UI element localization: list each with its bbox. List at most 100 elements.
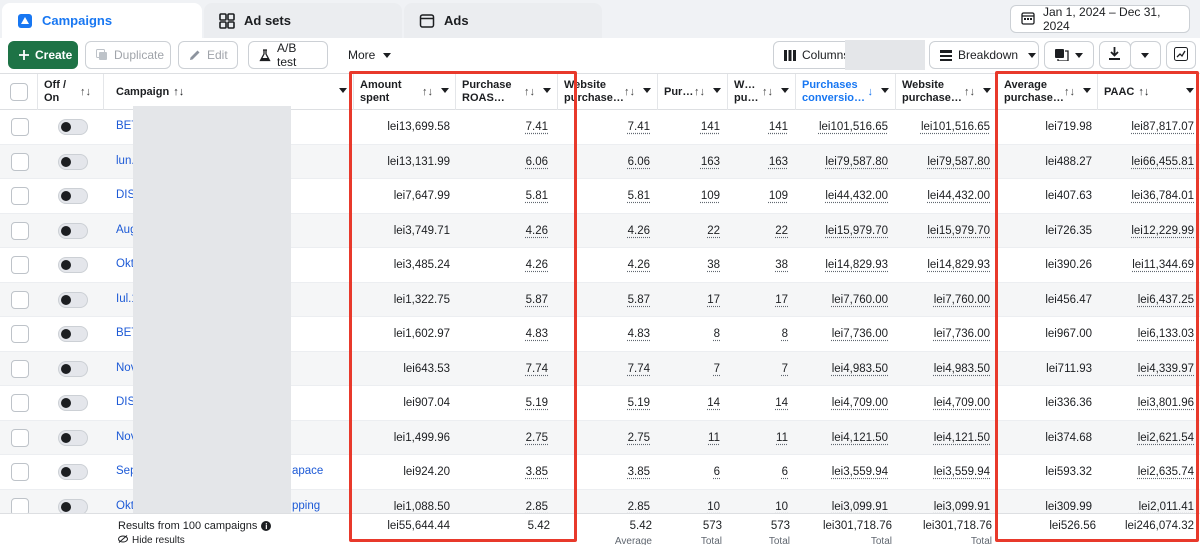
- campaign-toggle[interactable]: [58, 360, 88, 377]
- cell-website-conversion-value[interactable]: lei4,709.00: [896, 386, 990, 420]
- cell-website-conversion-value[interactable]: lei3,559.94: [896, 455, 990, 489]
- sort-icon[interactable]: ↑↓: [173, 86, 184, 99]
- cell-purchases[interactable]: 163: [658, 145, 720, 179]
- cell-conversion-value[interactable]: lei4,983.50: [796, 352, 888, 386]
- cell-website-purchases[interactable]: 17: [728, 283, 788, 317]
- cell-conversion-value[interactable]: lei79,587.80: [796, 145, 888, 179]
- cell-purchases[interactable]: 22: [658, 214, 720, 248]
- cell-conversion-value[interactable]: lei7,760.00: [796, 283, 888, 317]
- campaign-toggle[interactable]: [58, 326, 88, 342]
- cell-purchases[interactable]: 6: [658, 455, 720, 489]
- campaign-toggle[interactable]: [58, 119, 88, 135]
- row-checkbox[interactable]: [11, 428, 29, 447]
- select-all-checkbox[interactable]: [10, 83, 28, 101]
- header-purchases-conversion-value[interactable]: Purchases conversio… ↓: [796, 74, 896, 110]
- chevron-down-icon[interactable]: [781, 88, 789, 93]
- row-checkbox[interactable]: [11, 118, 29, 136]
- chevron-down-icon[interactable]: [643, 88, 651, 93]
- cell-purchases[interactable]: 8: [658, 317, 720, 351]
- header-website-purchases[interactable]: W… pu… ↑↓: [728, 74, 796, 110]
- header-off-on[interactable]: Off / On ↑↓: [38, 74, 104, 110]
- cell-purchases[interactable]: 11: [658, 421, 720, 455]
- campaign-name-link[interactable]: Okt: [116, 258, 134, 270]
- campaign-toggle[interactable]: [58, 429, 88, 446]
- cell-conversion-value[interactable]: lei44,432.00: [796, 179, 888, 213]
- campaign-name-suffix[interactable]: pping: [292, 500, 320, 512]
- campaign-name-link[interactable]: lun.: [116, 155, 135, 167]
- cell-website-conversion-value[interactable]: lei7,760.00: [896, 283, 990, 317]
- campaign-toggle[interactable]: [58, 464, 88, 480]
- reports-button[interactable]: [1044, 41, 1094, 69]
- sort-icon[interactable]: ↑↓: [80, 86, 91, 99]
- row-checkbox[interactable]: [11, 394, 29, 412]
- row-checkbox[interactable]: [11, 221, 29, 240]
- campaign-toggle[interactable]: [58, 257, 88, 273]
- chevron-down-icon[interactable]: [881, 88, 889, 93]
- row-checkbox[interactable]: [11, 187, 29, 205]
- sort-icon[interactable]: ↑↓: [762, 86, 773, 99]
- cell-conversion-value[interactable]: lei7,736.00: [796, 317, 888, 351]
- cell-website-conversion-value[interactable]: lei101,516.65: [896, 110, 990, 144]
- cell-website-conversion-value[interactable]: lei7,736.00: [896, 317, 990, 351]
- row-checkbox[interactable]: [11, 325, 29, 343]
- export-button[interactable]: [1099, 41, 1131, 69]
- cell-purchases[interactable]: 109: [658, 179, 720, 213]
- cell-website-purchases[interactable]: 163: [728, 145, 788, 179]
- campaign-toggle[interactable]: [58, 188, 88, 204]
- chevron-down-icon[interactable]: [713, 88, 721, 93]
- cell-website-conversion-value[interactable]: lei14,829.93: [896, 248, 990, 282]
- duplicate-button[interactable]: Duplicate: [85, 41, 171, 69]
- row-checkbox[interactable]: [11, 359, 29, 378]
- cell-website-conversion-value[interactable]: lei15,979.70: [896, 214, 990, 248]
- header-purchases[interactable]: Pur… ↑↓: [658, 74, 728, 110]
- cell-website-conversion-value[interactable]: lei4,983.50: [896, 352, 990, 386]
- campaign-toggle[interactable]: [58, 222, 88, 239]
- cell-website-purchases[interactable]: 11: [728, 421, 788, 455]
- campaign-name-suffix[interactable]: apace: [292, 465, 323, 477]
- more-button[interactable]: More: [337, 41, 397, 69]
- cell-purchases[interactable]: 141: [658, 110, 720, 144]
- campaign-toggle[interactable]: [58, 291, 88, 308]
- cell-conversion-value[interactable]: lei14,829.93: [796, 248, 888, 282]
- campaign-toggle[interactable]: [58, 395, 88, 411]
- row-checkbox[interactable]: [11, 290, 29, 309]
- cell-website-conversion-value[interactable]: lei4,121.50: [896, 421, 990, 455]
- cell-website-purchases[interactable]: 6: [728, 455, 788, 489]
- info-icon[interactable]: i: [261, 521, 272, 531]
- cell-conversion-value[interactable]: lei3,559.94: [796, 455, 888, 489]
- row-checkbox[interactable]: [11, 463, 29, 481]
- cell-website-conversion-value[interactable]: lei79,587.80: [896, 145, 990, 179]
- chart-button[interactable]: [1166, 41, 1196, 69]
- campaign-name-link[interactable]: Okt: [116, 500, 134, 512]
- chevron-down-icon[interactable]: [983, 88, 991, 93]
- cell-purchases[interactable]: 38: [658, 248, 720, 282]
- tab-campaigns[interactable]: Campaigns: [2, 3, 202, 38]
- chevron-down-icon[interactable]: [339, 88, 347, 93]
- breakdown-button[interactable]: Breakdown: [929, 41, 1039, 69]
- cell-conversion-value[interactable]: lei4,709.00: [796, 386, 888, 420]
- date-range-picker[interactable]: Jan 1, 2024 – Dec 31, 2024: [1010, 5, 1190, 33]
- row-checkbox[interactable]: [11, 256, 29, 274]
- tab-ad-sets[interactable]: Ad sets: [204, 3, 402, 38]
- sort-icon[interactable]: ↑↓: [624, 86, 635, 99]
- cell-purchases[interactable]: 7: [658, 352, 720, 386]
- cell-purchases[interactable]: 17: [658, 283, 720, 317]
- cell-conversion-value[interactable]: lei101,516.65: [796, 110, 888, 144]
- hide-results-link[interactable]: Hide results: [118, 535, 185, 545]
- cell-website-purchases[interactable]: 14: [728, 386, 788, 420]
- sort-icon[interactable]: ↑↓: [964, 86, 975, 99]
- cell-website-conversion-value[interactable]: lei44,432.00: [896, 179, 990, 213]
- cell-purchases[interactable]: 14: [658, 386, 720, 420]
- tab-ads[interactable]: Ads: [404, 3, 602, 38]
- sort-desc-icon[interactable]: ↓: [868, 86, 874, 99]
- header-select-all[interactable]: [0, 74, 38, 110]
- cell-website-purchases[interactable]: 22: [728, 214, 788, 248]
- cell-website-purchases[interactable]: 141: [728, 110, 788, 144]
- cell-website-purchases[interactable]: 109: [728, 179, 788, 213]
- row-checkbox[interactable]: [11, 152, 29, 171]
- ab-test-button[interactable]: A/B test: [248, 41, 328, 69]
- cell-website-purchases[interactable]: 7: [728, 352, 788, 386]
- cell-website-purchases[interactable]: 38: [728, 248, 788, 282]
- header-website-purchases-conversion-value[interactable]: Website purchase… ↑↓: [896, 74, 998, 110]
- header-campaign[interactable]: Campaign ↑↓: [104, 74, 354, 110]
